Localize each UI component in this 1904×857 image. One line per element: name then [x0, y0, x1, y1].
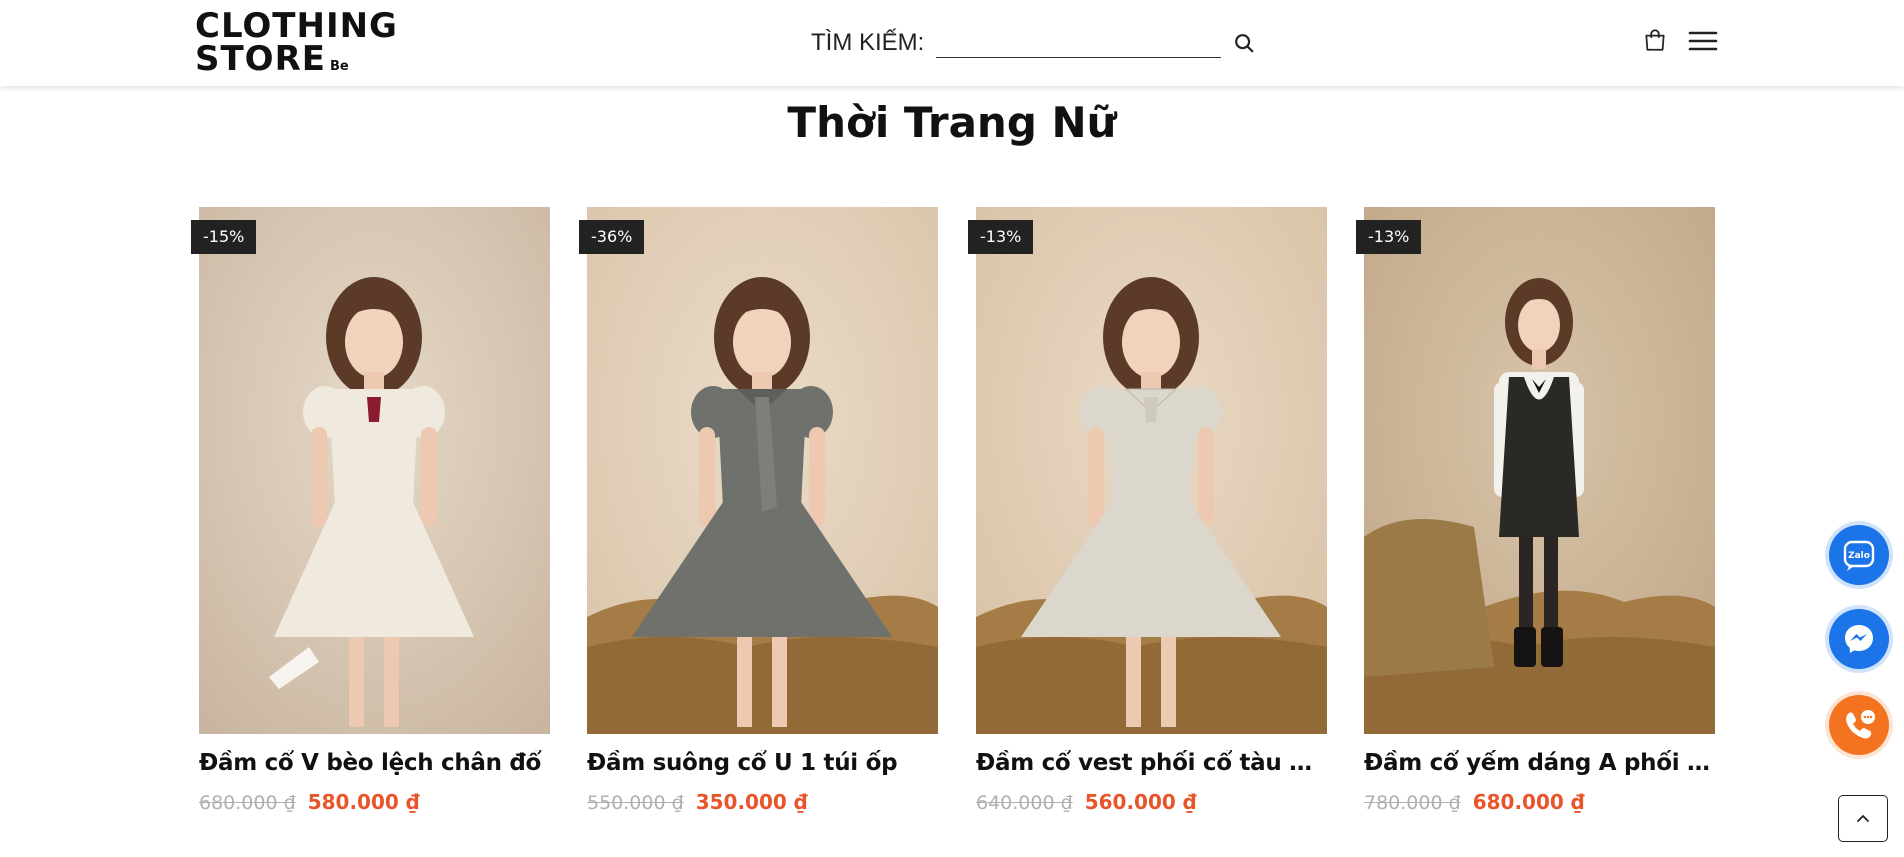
product-image[interactable]	[976, 207, 1327, 734]
logo-line-2: STORE Be	[195, 42, 398, 83]
messenger-button[interactable]	[1829, 609, 1889, 669]
product-old-price: 680.000 ₫	[199, 792, 296, 814]
product-sale-price: 350.000 ₫	[695, 790, 808, 814]
product-prices: 780.000 ₫ 680.000 ₫	[1364, 790, 1715, 814]
product-image-art	[976, 207, 1327, 734]
section-title: Thời Trang Nữ	[787, 98, 1117, 147]
discount-badge: -13%	[968, 220, 1034, 254]
chevron-up-icon	[1857, 814, 1869, 822]
search-button[interactable]	[1231, 30, 1257, 56]
zalo-label: Zalo	[1848, 551, 1870, 561]
product-old-price: 550.000 ₫	[587, 792, 684, 814]
product-card[interactable]: Đầm cổ V bèo lệch chân đổ 680.000 ₫ 580.…	[199, 207, 550, 814]
menu-button[interactable]	[1688, 28, 1718, 54]
product-sale-price: 560.000 ₫	[1084, 790, 1197, 814]
product-image-art	[199, 207, 550, 734]
product-name[interactable]: Đầm suông cổ U 1 túi ốp	[587, 750, 938, 776]
cart-button[interactable]	[1642, 27, 1668, 53]
product-card[interactable]: Đầm suông cổ U 1 túi ốp 550.000 ₫ 350.00…	[587, 207, 938, 814]
zalo-button[interactable]: Zalo	[1829, 525, 1889, 585]
product-prices: 680.000 ₫ 580.000 ₫	[199, 790, 550, 814]
product-image[interactable]	[199, 207, 550, 734]
shopping-bag-icon	[1645, 29, 1665, 51]
logo-line-2-text: STORE	[195, 39, 326, 79]
product-image-art	[1364, 207, 1715, 734]
product-image[interactable]	[1364, 207, 1715, 734]
product-old-price: 640.000 ₫	[976, 792, 1073, 814]
product-prices: 550.000 ₫ 350.000 ₫	[587, 790, 938, 814]
product-name[interactable]: Đầm cổ yếm dáng A phối áo tơ	[1364, 750, 1715, 776]
product-prices: 640.000 ₫ 560.000 ₫	[976, 790, 1327, 814]
product-sale-price: 680.000 ₫	[1472, 790, 1585, 814]
store-logo[interactable]: CLOTHING STORE Be	[195, 9, 398, 83]
product-card[interactable]: Đầm cổ vest phối cổ tàu dáng... 640.000 …	[976, 207, 1327, 814]
zalo-icon: Zalo	[1843, 540, 1875, 571]
search-bar: TÌM KIẾM:	[811, 28, 1257, 58]
product-sale-price: 580.000 ₫	[307, 790, 420, 814]
logo-suffix: Be	[330, 59, 349, 74]
phone-icon	[1846, 710, 1875, 739]
product-name[interactable]: Đầm cổ V bèo lệch chân đổ	[199, 750, 550, 776]
discount-badge: -36%	[579, 220, 645, 254]
discount-badge: -15%	[191, 220, 257, 254]
messenger-icon	[1845, 625, 1873, 653]
site-header: CLOTHING STORE Be TÌM KIẾM:	[0, 0, 1904, 86]
hamburger-menu-icon	[1688, 31, 1718, 51]
product-old-price: 780.000 ₫	[1364, 792, 1461, 814]
search-label: TÌM KIẾM:	[811, 29, 925, 56]
discount-badge: -13%	[1356, 220, 1422, 254]
search-input[interactable]	[936, 28, 1222, 58]
product-image[interactable]	[587, 207, 938, 734]
scroll-to-top-button[interactable]	[1838, 795, 1888, 842]
phone-button[interactable]	[1829, 695, 1889, 755]
product-name[interactable]: Đầm cổ vest phối cổ tàu dáng...	[976, 750, 1327, 776]
product-image-art	[587, 207, 938, 734]
product-card[interactable]: Đầm cổ yếm dáng A phối áo tơ 780.000 ₫ 6…	[1364, 207, 1715, 814]
search-icon	[1235, 34, 1254, 53]
